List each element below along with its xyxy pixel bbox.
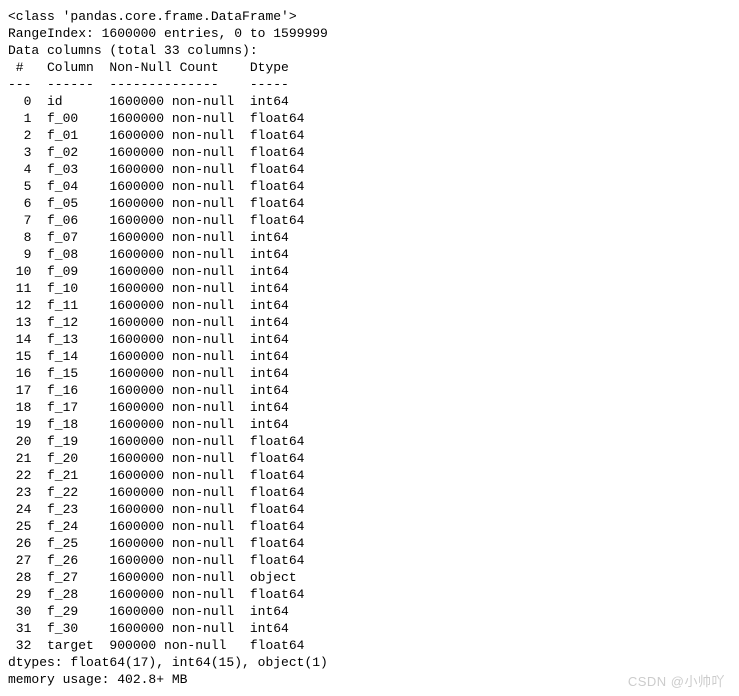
csdn-watermark: CSDN @小帅吖 xyxy=(628,673,725,690)
info-output: <class 'pandas.core.frame.DataFrame'> Ra… xyxy=(8,8,731,688)
